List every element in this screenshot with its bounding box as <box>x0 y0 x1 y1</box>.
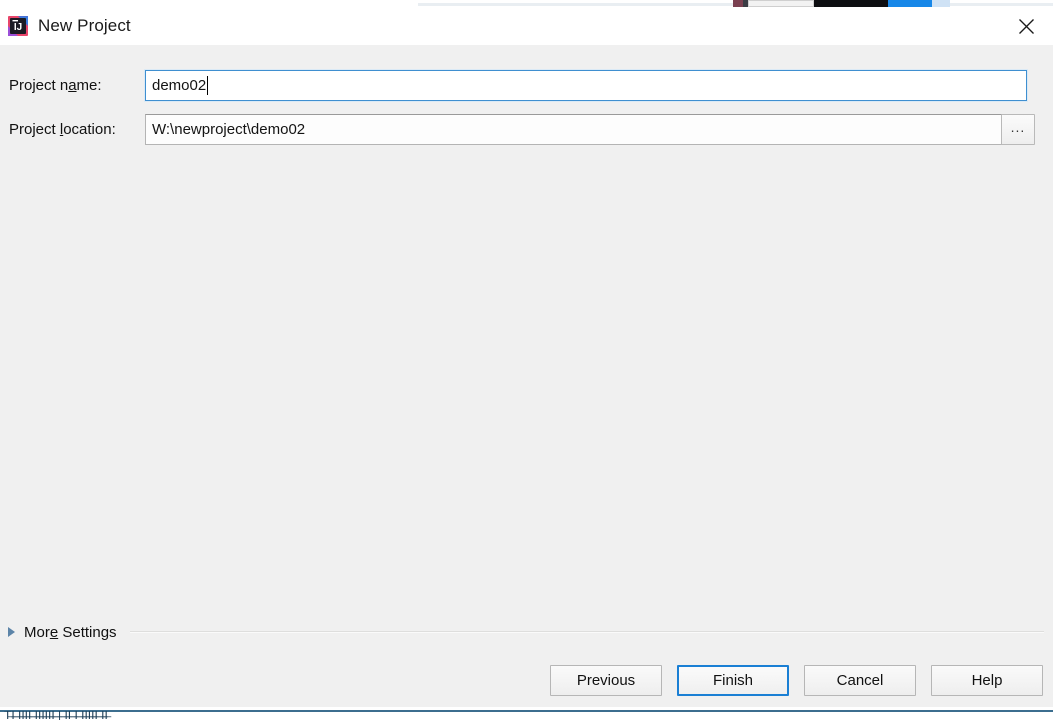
more-settings-toggle[interactable]: More Settings <box>8 624 117 641</box>
project-name-label-suffix: me: <box>76 76 102 94</box>
close-icon[interactable] <box>1005 11 1047 41</box>
finish-button[interactable]: Finish <box>677 665 789 696</box>
project-location-label: Project location: <box>0 121 145 138</box>
project-name-label-prefix: Project n <box>9 76 69 94</box>
project-location-row: Project location: W:\newproject\demo02 <box>0 113 1002 145</box>
more-settings-label: More Settings <box>24 624 117 641</box>
dialog-titlebar: IJ New Project <box>0 7 1053 45</box>
background-tab-dark <box>814 0 888 7</box>
dialog-title: New Project <box>38 16 131 35</box>
more-settings-label-prefix: Mor <box>24 623 50 641</box>
project-location-label-suffix: ocation: <box>63 120 116 138</box>
svg-text:IJ: IJ <box>14 22 22 33</box>
triangle-right-icon <box>8 627 15 637</box>
project-name-label-mnemonic: a <box>68 76 77 94</box>
project-name-input[interactable]: demo02 <box>145 69 1027 101</box>
intellij-idea-logo-icon: IJ <box>7 15 29 37</box>
more-settings-separator <box>129 631 1044 633</box>
project-name-value: demo02 <box>152 76 207 94</box>
dialog-button-bar: Previous Finish Cancel Help <box>550 665 1043 696</box>
background-tab-light <box>748 0 814 7</box>
more-settings-label-suffix: Settings <box>58 623 117 641</box>
background-tab-pale <box>932 0 950 7</box>
previous-button[interactable]: Previous <box>550 665 662 696</box>
more-settings-label-mnemonic: e <box>49 623 59 641</box>
text-caret <box>207 75 209 95</box>
background-tab-maroon <box>733 0 743 7</box>
project-location-input[interactable]: W:\newproject\demo02 <box>145 113 1002 145</box>
background-tab-selected-blue <box>888 0 932 7</box>
cancel-button[interactable]: Cancel <box>804 665 916 696</box>
project-location-value: W:\newproject\demo02 <box>152 120 306 138</box>
project-name-row: Project name: demo02 <box>0 69 1027 101</box>
browse-location-button[interactable]: ... <box>1001 114 1035 145</box>
more-settings-row: More Settings <box>0 621 1053 643</box>
help-button[interactable]: Help <box>931 665 1043 696</box>
dialog-content: Project name: demo02 Project location: W… <box>0 45 1053 708</box>
new-project-dialog: IJ New Project Project name: demo02 Proj… <box>0 7 1053 708</box>
project-location-label-prefix: Project <box>9 120 60 138</box>
background-bottom-text: T̶I̶ ̶I̶I̶I̶I̶ ̶I̶I̶I̶I̶I̶I̶ ̶|̶ ̶I̶I̶ ̶… <box>4 711 108 720</box>
background-window-bottom-sliver: T̶I̶ ̶I̶I̶I̶I̶ ̶I̶I̶I̶I̶I̶I̶ ̶|̶ ̶I̶I̶ ̶… <box>0 707 1053 720</box>
project-name-label: Project name: <box>0 77 145 94</box>
